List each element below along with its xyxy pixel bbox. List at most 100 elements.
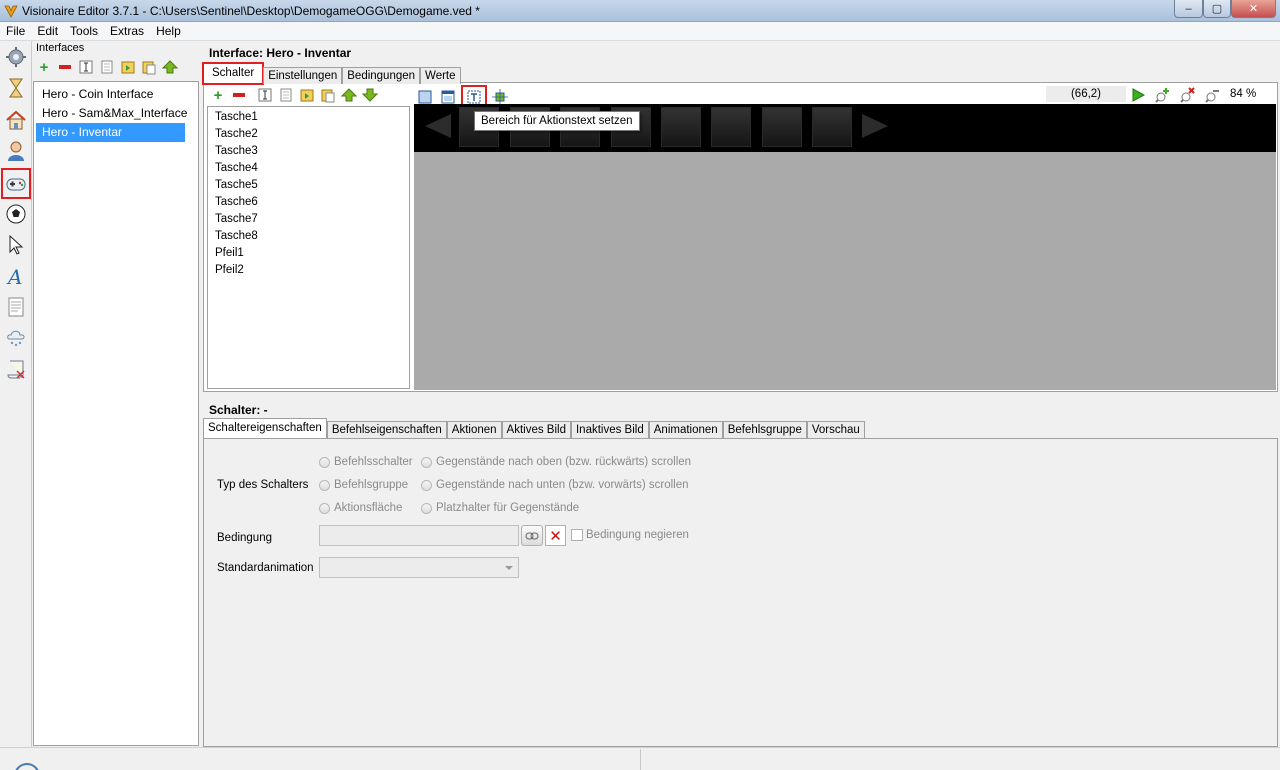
radio-dot [421,456,432,468]
switch-section-title: Schalter: - [209,403,268,417]
move-up-icon[interactable] [161,58,179,76]
condition-field[interactable] [319,525,519,546]
tab-werte[interactable]: Werte [420,67,461,84]
move-down-icon[interactable] [361,86,379,104]
tab-schalter[interactable]: Schalter [201,62,265,85]
list-item[interactable]: Tasche8 [208,228,409,245]
maximize-button[interactable]: ▢ [1203,0,1231,18]
tab-inaktives-bild[interactable]: Inaktives Bild [570,421,649,438]
app-logo-icon [4,5,18,18]
interfaces-gamepad-icon[interactable] [1,168,31,199]
home-scenes-icon[interactable] [3,107,29,133]
fonts-letter-a-icon[interactable]: A [3,263,29,289]
tab-befehlsgruppe[interactable]: Befehlsgruppe [722,421,807,438]
radio-dot [319,479,330,491]
copy-icon[interactable] [98,58,116,76]
remove-icon[interactable] [56,58,74,76]
window-title: Visionaire Editor 3.7.1 - C:\Users\Senti… [22,4,480,18]
condition-link-button[interactable] [521,525,543,546]
condition-clear-button[interactable]: ✕ [545,525,566,546]
tab-aktives-bild[interactable]: Aktives Bild [501,421,571,438]
tab-einstellungen[interactable]: Einstellungen [263,67,343,84]
copy-icon[interactable] [277,86,295,104]
list-item[interactable]: Tasche5 [208,177,409,194]
tab-befehlseigenschaften[interactable]: Befehlseigenschaften [326,421,447,438]
mouse-cursor-icon[interactable] [3,232,29,258]
radio-dot [319,502,330,514]
add-icon[interactable]: + [35,58,53,76]
radio-command-switch[interactable]: Befehlsschalter [319,456,413,468]
tooltip: Bereich für Aktionstext setzen [474,111,640,131]
remove-icon[interactable] [230,86,248,104]
menu-tools[interactable]: Tools [64,22,104,40]
add-icon[interactable]: + [209,86,227,104]
zoom-in-icon[interactable] [1154,86,1172,104]
settings-gear-icon[interactable] [3,44,29,70]
canvas-view-toolbar [1129,86,1222,104]
radio-scroll-up[interactable]: Gegenstände nach oben (bzw. rückwärts) s… [421,456,691,468]
move-up-icon[interactable] [340,86,358,104]
paste-icon[interactable] [140,58,158,76]
scripts-scroll-icon[interactable] [3,356,29,382]
rename-icon[interactable] [77,58,95,76]
default-animation-label: Standardanimation [217,562,314,574]
list-item[interactable]: Hero - Coin Interface [36,85,185,104]
particles-weather-icon[interactable] [3,325,29,351]
tab-bedingungen[interactable]: Bedingungen [342,67,421,84]
tab-vorschau[interactable]: Vorschau [806,421,865,438]
interfaces-toolbar: + [35,58,179,76]
objects-ball-icon[interactable] [3,201,29,227]
list-item[interactable]: Tasche6 [208,194,409,211]
zoom-level: 84 % [1230,88,1257,100]
svg-text:A: A [6,265,22,287]
radio-item-placeholder[interactable]: Platzhalter für Gegenstände [421,502,579,514]
list-item[interactable]: Tasche3 [208,143,409,160]
list-item[interactable]: Tasche1 [208,109,409,126]
negate-condition-label: Bedingung negieren [586,529,689,541]
negate-condition-checkbox[interactable]: Bedingung negieren [571,529,689,541]
menu-extras[interactable]: Extras [104,22,150,40]
switches-list: Tasche1 Tasche2 Tasche3 Tasche4 Tasche5 … [207,106,410,389]
chevron-down-icon [505,566,513,570]
radio-dot [421,479,432,491]
play-icon[interactable] [1129,86,1147,104]
radio-label: Gegenstände nach oben (bzw. rückwärts) s… [436,456,692,468]
menu-bar: File Edit Tools Extras Help [0,22,1280,41]
menu-edit[interactable]: Edit [31,22,64,40]
zoom-reset-icon[interactable] [1179,86,1197,104]
hourglass-icon[interactable] [3,75,29,101]
radio-label: Befehlsgruppe [334,479,409,491]
inventory-slot [661,107,701,147]
list-item[interactable]: Tasche4 [208,160,409,177]
radio-action-area[interactable]: Aktionsfläche [319,502,402,514]
chain-link-icon [525,532,539,539]
menu-file[interactable]: File [0,22,31,40]
radio-label: Platzhalter für Gegenstände [436,502,580,514]
list-item[interactable]: Pfeil2 [208,262,409,279]
characters-person-icon[interactable] [3,138,29,164]
minimize-button[interactable]: – [1174,0,1203,18]
paste-icon[interactable] [319,86,337,104]
default-animation-select[interactable] [319,557,519,578]
rename-icon[interactable] [256,86,274,104]
menu-help[interactable]: Help [150,22,187,40]
tab-schaltereigenschaften[interactable]: Schaltereigenschaften [203,418,327,438]
export-icon[interactable] [298,86,316,104]
list-item[interactable]: Tasche7 [208,211,409,228]
list-item[interactable]: Tasche2 [208,126,409,143]
texts-document-icon[interactable] [3,294,29,320]
export-icon[interactable] [119,58,137,76]
zoom-out-icon[interactable] [1204,86,1222,104]
category-sidebar: A [0,41,32,747]
radio-scroll-down[interactable]: Gegenstände nach unten (bzw. vorwärts) s… [421,479,689,491]
inventory-slot [762,107,802,147]
inventory-slot [812,107,852,147]
list-item[interactable]: Hero - Sam&Max_Interface [36,104,187,123]
radio-command-group[interactable]: Befehlsgruppe [319,479,408,491]
tab-animationen[interactable]: Animationen [648,421,723,438]
list-item[interactable]: Pfeil1 [208,245,409,262]
cursor-coordinates: (66,2) [1046,86,1126,102]
list-item-selected[interactable]: Hero - Inventar [36,123,185,142]
tab-aktionen[interactable]: Aktionen [446,421,502,438]
close-button[interactable]: ✕ [1231,0,1276,18]
